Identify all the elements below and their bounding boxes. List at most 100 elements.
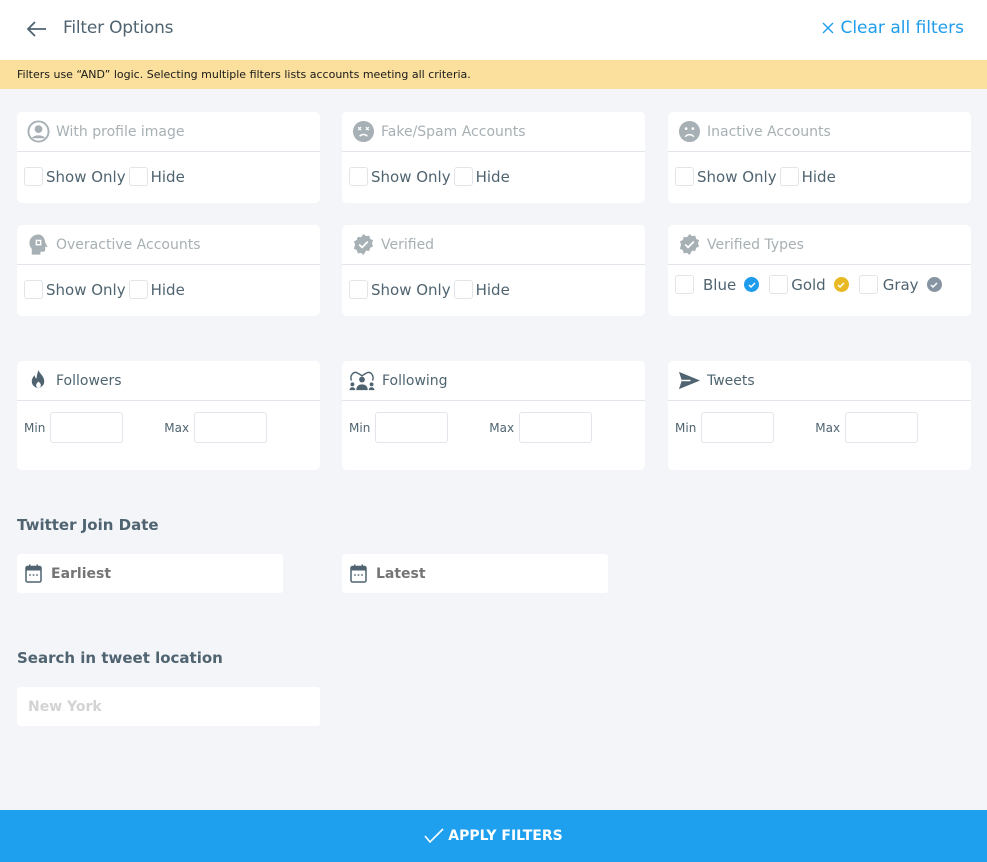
show-only-label: Show Only — [697, 167, 777, 186]
filter-card-inactive: Inactive Accounts Show Only Hide — [668, 112, 971, 203]
location-title: Search in tweet location — [17, 649, 223, 667]
hide-label: Hide — [475, 280, 510, 299]
show-only-option[interactable]: Show Only — [349, 280, 454, 299]
blue-check-badge-icon — [744, 277, 760, 292]
filter-label: Fake/Spam Accounts — [381, 123, 526, 140]
show-only-label: Show Only — [371, 167, 451, 186]
verified-type-gold-option[interactable]: Gold — [769, 275, 849, 294]
top-bar: Filter Options Clear all filters — [0, 0, 987, 60]
gray-checkbox[interactable] — [858, 275, 878, 294]
verified-type-gray-option[interactable]: Gray — [858, 275, 942, 294]
blue-label: Blue — [703, 275, 737, 294]
tweets-max-input[interactable] — [845, 412, 919, 443]
show-only-checkbox[interactable] — [24, 167, 43, 186]
range-card-tweets: Tweets Min Max — [668, 361, 971, 470]
show-only-option[interactable]: Show Only — [675, 167, 780, 186]
gray-check-badge-icon — [926, 277, 942, 292]
hide-label: Hide — [475, 167, 510, 186]
send-icon — [678, 371, 700, 390]
show-only-checkbox[interactable] — [675, 167, 694, 186]
range-card-following: Following Min Max — [342, 361, 645, 470]
hide-label: Hide — [150, 167, 185, 186]
hide-checkbox[interactable] — [779, 167, 799, 186]
filter-label: Verified Types — [707, 236, 804, 253]
filter-label: Followers — [56, 372, 122, 389]
gold-checkbox[interactable] — [769, 275, 789, 294]
and-logic-notice: Filters use “AND” logic. Selecting multi… — [0, 60, 987, 89]
filter-card-verified: Verified Show Only Hide — [342, 225, 645, 316]
followers-min-input[interactable] — [50, 412, 124, 443]
hide-checkbox[interactable] — [453, 280, 473, 299]
arrow-left-icon — [26, 21, 46, 37]
show-only-checkbox[interactable] — [24, 280, 43, 299]
show-only-label: Show Only — [371, 280, 451, 299]
calendar-icon — [25, 564, 42, 583]
earliest-date-picker[interactable]: Earliest — [17, 554, 283, 593]
filter-label: Tweets — [707, 372, 755, 389]
back-button[interactable] — [24, 16, 52, 42]
gray-label: Gray — [882, 275, 919, 294]
show-only-checkbox[interactable] — [349, 280, 368, 299]
filter-card-profile-image: With profile image Show Only Hide — [17, 112, 320, 203]
range-card-followers: Followers Min Max — [17, 361, 320, 470]
latest-date-picker[interactable]: Latest — [342, 554, 608, 593]
filter-card-overactive: Overactive Accounts Show Only Hide — [17, 225, 320, 316]
fire-icon — [31, 369, 44, 388]
tweets-min-input[interactable] — [701, 412, 775, 443]
sad-face-icon — [678, 120, 700, 143]
show-only-label: Show Only — [46, 280, 126, 299]
filter-label: Following — [382, 372, 448, 389]
hide-option[interactable]: Hide — [779, 167, 839, 186]
hide-option[interactable]: Hide — [453, 167, 513, 186]
verified-badge-icon — [353, 233, 373, 256]
filter-card-verified-types: Verified Types Blue Gold Gray — [668, 225, 971, 316]
hide-option[interactable]: Hide — [453, 280, 513, 299]
clear-all-filters-button[interactable]: Clear all filters — [821, 18, 964, 38]
following-max-input[interactable] — [519, 412, 593, 443]
hide-checkbox[interactable] — [453, 167, 473, 186]
min-label: Min — [24, 420, 46, 435]
checkmark-icon — [424, 828, 444, 844]
max-label: Max — [815, 420, 841, 435]
filter-label: Verified — [381, 236, 435, 253]
verified-badge-icon — [679, 233, 699, 256]
earliest-label: Earliest — [51, 565, 112, 582]
page-title: Filter Options — [63, 18, 174, 38]
filter-label: With profile image — [56, 123, 185, 140]
show-only-checkbox[interactable] — [349, 167, 368, 186]
head-gear-icon — [28, 234, 48, 255]
hide-checkbox[interactable] — [128, 167, 148, 186]
min-label: Min — [675, 420, 697, 435]
gold-check-badge-icon — [833, 277, 849, 292]
show-only-option[interactable]: Show Only — [24, 167, 129, 186]
hide-option[interactable]: Hide — [128, 280, 188, 299]
verified-type-blue-option[interactable]: Blue — [675, 275, 760, 294]
hide-label: Hide — [150, 280, 185, 299]
hide-option[interactable]: Hide — [128, 167, 188, 186]
max-label: Max — [164, 420, 190, 435]
location-search-input[interactable] — [17, 687, 320, 726]
apply-filters-label: APPLY FILTERS — [448, 828, 563, 844]
min-label: Min — [349, 420, 371, 435]
calendar-icon — [350, 564, 367, 583]
following-min-input[interactable] — [375, 412, 449, 443]
users-group-icon — [349, 371, 375, 391]
filter-label: Overactive Accounts — [56, 236, 201, 253]
close-icon — [822, 22, 834, 34]
hide-checkbox[interactable] — [128, 280, 148, 299]
user-circle-icon — [26, 120, 50, 143]
followers-max-input[interactable] — [194, 412, 268, 443]
blue-checkbox[interactable] — [675, 275, 694, 294]
show-only-option[interactable]: Show Only — [24, 280, 129, 299]
hide-label: Hide — [801, 167, 836, 186]
dizzy-face-icon — [352, 120, 374, 143]
filter-card-fake-spam: Fake/Spam Accounts Show Only Hide — [342, 112, 645, 203]
latest-label: Latest — [376, 565, 426, 582]
max-label: Max — [489, 420, 515, 435]
clear-all-filters-label: Clear all filters — [840, 18, 964, 38]
join-date-title: Twitter Join Date — [17, 516, 159, 534]
gold-label: Gold — [791, 275, 826, 294]
show-only-option[interactable]: Show Only — [349, 167, 454, 186]
show-only-label: Show Only — [46, 167, 126, 186]
apply-filters-button[interactable]: APPLY FILTERS — [0, 810, 987, 862]
